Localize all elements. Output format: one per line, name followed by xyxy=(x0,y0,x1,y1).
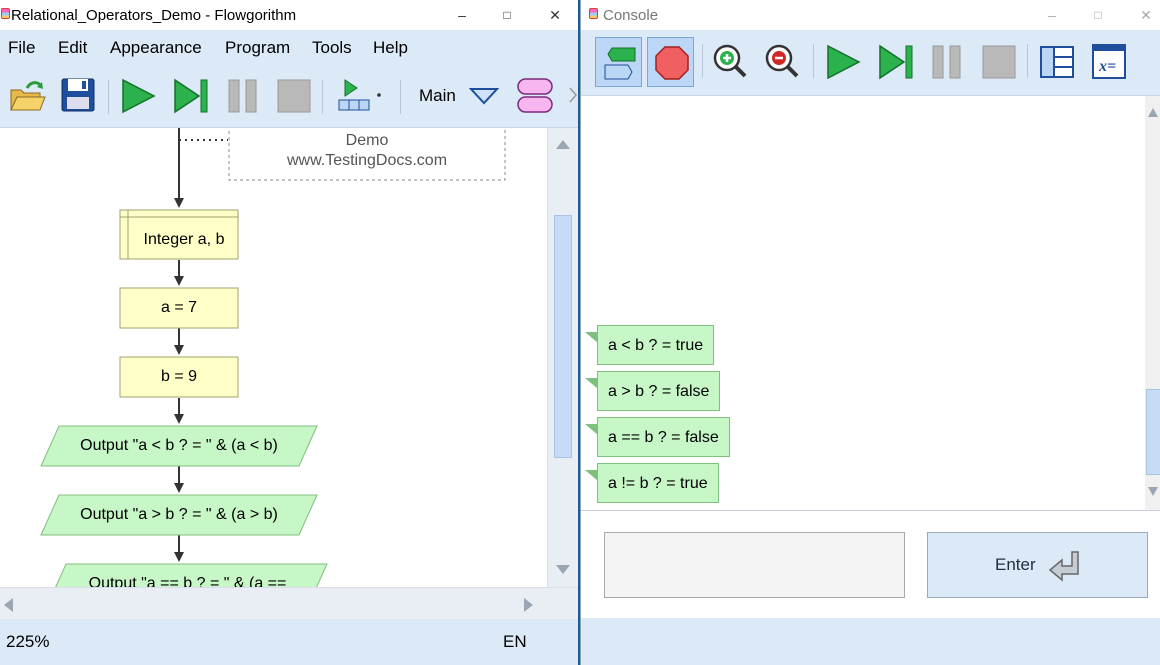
console-vertical-scrollbar[interactable] xyxy=(1145,96,1160,510)
enter-arrow-icon xyxy=(1048,551,1079,582)
menu-tools[interactable]: Tools xyxy=(312,38,352,58)
scroll-right-icon[interactable] xyxy=(523,597,535,613)
console-title: Console xyxy=(603,7,659,24)
toolbar-separator xyxy=(1027,44,1028,78)
svg-text:x=: x= xyxy=(1098,58,1116,75)
horizontal-scrollbar[interactable] xyxy=(0,587,578,619)
chat-layout-button[interactable] xyxy=(595,37,642,87)
close-button[interactable]: ✕ xyxy=(1133,4,1159,26)
run-icon[interactable] xyxy=(825,44,861,80)
app-icon xyxy=(589,8,598,19)
scroll-down-icon[interactable] xyxy=(1147,486,1159,498)
flowgorithm-window: Relational_Operators_Demo - Flowgorithm … xyxy=(0,0,580,665)
menu-bar: File Edit Appearance Program Tools Help xyxy=(0,30,578,66)
comment-line: Demo xyxy=(345,132,389,149)
scroll-thumb[interactable] xyxy=(1146,389,1160,475)
comment-line: www.TestingDocs.com xyxy=(286,152,448,169)
output-bubble: a != b ? = true xyxy=(585,463,719,503)
maximize-button[interactable]: □ xyxy=(1085,4,1111,26)
app-icon xyxy=(1,8,10,19)
zoom-level: 225% xyxy=(6,632,50,651)
console-toolbar: x= xyxy=(581,30,1160,96)
step-icon[interactable] xyxy=(172,78,210,114)
output-shape[interactable]: Output "a > b ? = " & (a > b) xyxy=(41,506,317,524)
minimize-button[interactable]: – xyxy=(449,4,475,26)
toolbar-separator xyxy=(813,44,814,78)
function-shape-icon[interactable] xyxy=(516,76,554,116)
stop-icon[interactable] xyxy=(276,78,312,114)
step-icon[interactable] xyxy=(877,44,915,80)
zoom-out-icon[interactable] xyxy=(764,43,800,81)
enter-label: Enter xyxy=(995,555,1036,574)
pause-icon[interactable] xyxy=(930,44,964,80)
menu-edit[interactable]: Edit xyxy=(58,38,87,58)
enter-button[interactable]: Enter xyxy=(927,532,1148,598)
language-indicator: EN xyxy=(503,632,527,651)
status-bar: 225% EN xyxy=(0,619,578,665)
chevron-right-icon[interactable] xyxy=(568,86,578,104)
toolbar-separator xyxy=(108,80,109,114)
chat-layout-icon xyxy=(604,47,636,80)
layout-icon[interactable] xyxy=(1038,44,1076,80)
console-title-bar: Console – □ ✕ xyxy=(581,0,1160,30)
scroll-left-icon[interactable] xyxy=(2,597,14,613)
console-input-area: Enter xyxy=(581,510,1160,618)
assign-shape[interactable]: b = 9 xyxy=(120,368,238,386)
menu-file[interactable]: File xyxy=(8,38,35,58)
main-toolbar: Main xyxy=(0,66,578,128)
toolbar-separator xyxy=(322,80,323,114)
save-icon[interactable] xyxy=(60,77,96,113)
chevron-down-icon[interactable] xyxy=(469,86,499,106)
zoom-in-icon[interactable] xyxy=(712,43,748,81)
title-bar: Relational_Operators_Demo - Flowgorithm … xyxy=(0,0,578,30)
stop-sign-icon xyxy=(655,46,689,80)
stop-icon[interactable] xyxy=(981,44,1017,80)
minimize-button[interactable]: – xyxy=(1039,4,1065,26)
menu-help[interactable]: Help xyxy=(373,38,408,58)
stop-sign-button[interactable] xyxy=(647,37,694,87)
scroll-down-icon[interactable] xyxy=(555,564,571,576)
output-bubble: a == b ? = false xyxy=(585,417,730,457)
scroll-thumb[interactable] xyxy=(554,215,572,458)
open-icon[interactable] xyxy=(8,78,46,114)
output-shape[interactable]: Output "a == b ? = " & (a == xyxy=(48,575,327,587)
close-button[interactable]: ✕ xyxy=(542,4,568,26)
function-select-value[interactable]: Main xyxy=(419,86,456,106)
scroll-up-icon[interactable] xyxy=(1147,106,1159,118)
maximize-button[interactable]: □ xyxy=(494,4,520,26)
output-shape[interactable]: Output "a < b ? = " & (a < b) xyxy=(41,437,317,455)
variables-icon[interactable]: x= xyxy=(1091,43,1127,81)
output-bubble: a > b ? = false xyxy=(584,371,721,411)
run-icon[interactable] xyxy=(120,78,156,114)
flowchart-canvas[interactable]: Demo www.TestingDocs.com Integer a, b a … xyxy=(0,128,547,587)
vertical-scrollbar[interactable] xyxy=(547,128,578,587)
toolbar-separator xyxy=(400,80,401,114)
layout-icon[interactable] xyxy=(336,78,384,114)
toolbar-separator xyxy=(702,44,703,78)
menu-program[interactable]: Program xyxy=(225,38,290,58)
assign-shape[interactable]: a = 7 xyxy=(120,299,238,317)
console-window: Console – □ ✕ x= a < b ? = true a > b ? … xyxy=(580,0,1160,665)
menu-appearance[interactable]: Appearance xyxy=(110,38,202,58)
output-bubble: a < b ? = true xyxy=(584,325,715,365)
console-output-area: a < b ? = true a > b ? = false a == b ? … xyxy=(581,96,1160,510)
window-title: Relational_Operators_Demo - Flowgorithm xyxy=(11,7,297,24)
pause-icon[interactable] xyxy=(226,78,260,114)
declare-shape[interactable]: Integer a, b xyxy=(120,231,248,249)
console-status-bar xyxy=(581,618,1160,665)
console-input[interactable] xyxy=(604,532,905,598)
scroll-up-icon[interactable] xyxy=(555,138,571,150)
